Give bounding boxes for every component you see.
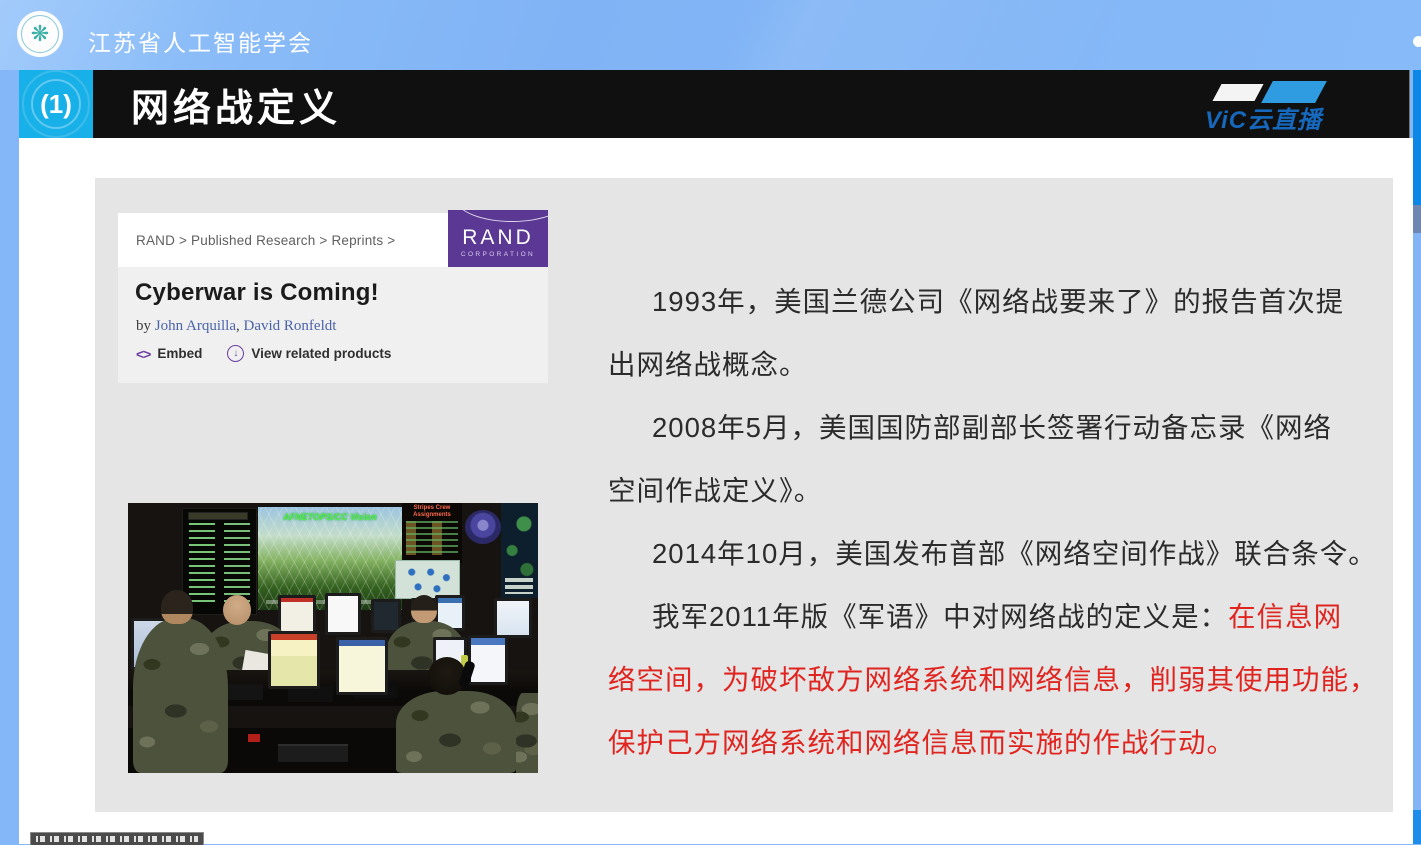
rand-corporation-logo: RAND CORPORATION (448, 210, 548, 267)
embed-code-icon: <> (136, 346, 150, 362)
monitor-screen (271, 634, 317, 686)
monitor (325, 593, 361, 635)
vic-logo-white-shape (1212, 84, 1263, 101)
slide-number: (1) (40, 89, 72, 120)
highlighted-text-run: 在信息网 (1228, 601, 1342, 632)
monitor-screen (339, 640, 385, 692)
soldier (396, 691, 516, 773)
definition-text: 1993年，美国兰德公司《网络战要来了》的报告首次提出网络战概念。 2008年5月… (608, 270, 1368, 774)
text-run: 2008年5月，美国国防部副部长签署行动备忘录《网络 (652, 412, 1332, 443)
monitor-screen (471, 638, 505, 682)
ops-center-photo: AFNETOPS/CC Vision Stripes Crew Assignme… (128, 503, 538, 773)
assignments-board-title: Stripes Crew Assignments (402, 505, 462, 519)
text-line: 1993年，美国兰德公司《网络战要来了》的报告首次提 (608, 270, 1368, 333)
live-stream-slide-page: { "colors": { "top_bar_blue": "#84b7f7",… (0, 0, 1421, 844)
clipped-caption-bar (30, 832, 204, 845)
organization-name: 江苏省人工智能学会 (88, 24, 313, 58)
by-prefix: by (136, 318, 155, 334)
highlighted-text-run: 络空间，为破坏敌方网络系统和网络信息，削弱其使用功能， (608, 664, 1378, 695)
monitor-screen (328, 596, 358, 632)
text-run: 空间作战定义》。 (608, 475, 822, 506)
clipped-caption-glyph-tops (36, 836, 198, 842)
monitor-screen (374, 602, 398, 630)
scrollbar[interactable] (1413, 70, 1421, 844)
text-line: 2008年5月，美国国防部副部长签署行动备忘录《网络 (608, 396, 1368, 459)
download-circle-icon: ↓ (227, 345, 244, 362)
society-logo-icon: ❋ (17, 11, 63, 57)
rand-logo-subtext: CORPORATION (461, 251, 535, 258)
monitor (278, 595, 316, 635)
text-run: 出网络战概念。 (608, 349, 808, 380)
author-link[interactable]: John Arquilla (155, 318, 236, 334)
soldier (516, 693, 538, 773)
monitor (468, 635, 508, 685)
unit-emblem (465, 510, 501, 544)
edge-dot (1413, 36, 1421, 47)
slide-number-badge: (1) (19, 70, 93, 138)
slide-header: (1) 网络战定义 ViC云直播 (19, 70, 1410, 138)
slide-canvas: RAND > Published Research > Reprints > R… (95, 178, 1393, 812)
vic-logo-text: ViC云直播 (1205, 100, 1322, 135)
byline: by John Arquilla, David Ronfeldt (136, 318, 336, 335)
rand-logo-wordmark: RAND (462, 226, 534, 250)
text-line: 2014年10月，美国发布首部《网络空间作战》联合条令。 (608, 522, 1368, 585)
assignments-board: Stripes Crew Assignments (402, 503, 462, 563)
text-line: 保护己方网络系统和网络信息而实施的作战行动。 (608, 711, 1368, 774)
top-bar: ❋ 江苏省人工智能学会 (0, 0, 1421, 70)
text-line: 出网络战概念。 (608, 333, 1368, 396)
diagram-screen (395, 560, 460, 599)
monitor (371, 599, 401, 633)
text-line: 空间作战定义》。 (608, 459, 1368, 522)
world-map-screen (501, 503, 538, 598)
monitor (336, 637, 388, 695)
monitor (494, 598, 532, 638)
text-run: 我军2011年版《军语》中对网络战的定义是： (652, 601, 1228, 632)
rand-publication-card: RAND > Published Research > Reprints > R… (118, 213, 548, 383)
text-run: 2014年10月，美国发布首部《网络空间作战》联合条令。 (652, 538, 1377, 569)
highlighted-text-run: 保护己方网络系统和网络信息而实施的作战行动。 (608, 727, 1235, 758)
vic-live-logo: ViC云直播 (1203, 81, 1373, 129)
main-screen-title: AFNETOPS/CC Vision (258, 512, 402, 522)
embed-button[interactable]: Embed (157, 346, 202, 361)
monitor-screen (281, 598, 313, 632)
author-separator: , (236, 318, 244, 334)
card-actions: <> Embed ↓ View related products (136, 345, 391, 362)
monitor-screen (497, 601, 529, 635)
soldier (133, 618, 228, 773)
publication-title: Cyberwar is Coming! (135, 279, 379, 307)
society-logo-glyph: ❋ (31, 23, 49, 45)
breadcrumb[interactable]: RAND > Published Research > Reprints > (136, 233, 395, 248)
text-line: 络空间，为破坏敌方网络系统和网络信息，削弱其使用功能， (608, 648, 1368, 711)
author-link[interactable]: David Ronfeldt (244, 318, 337, 334)
text-line: 我军2011年版《军语》中对网络战的定义是：在信息网 (608, 585, 1368, 648)
text-run: 1993年，美国兰德公司《网络战要来了》的报告首次提 (652, 286, 1344, 317)
monitor (268, 631, 320, 689)
slide-title: 网络战定义 (131, 77, 341, 132)
status-board-header (189, 513, 247, 519)
view-related-products-button[interactable]: View related products (251, 346, 391, 361)
